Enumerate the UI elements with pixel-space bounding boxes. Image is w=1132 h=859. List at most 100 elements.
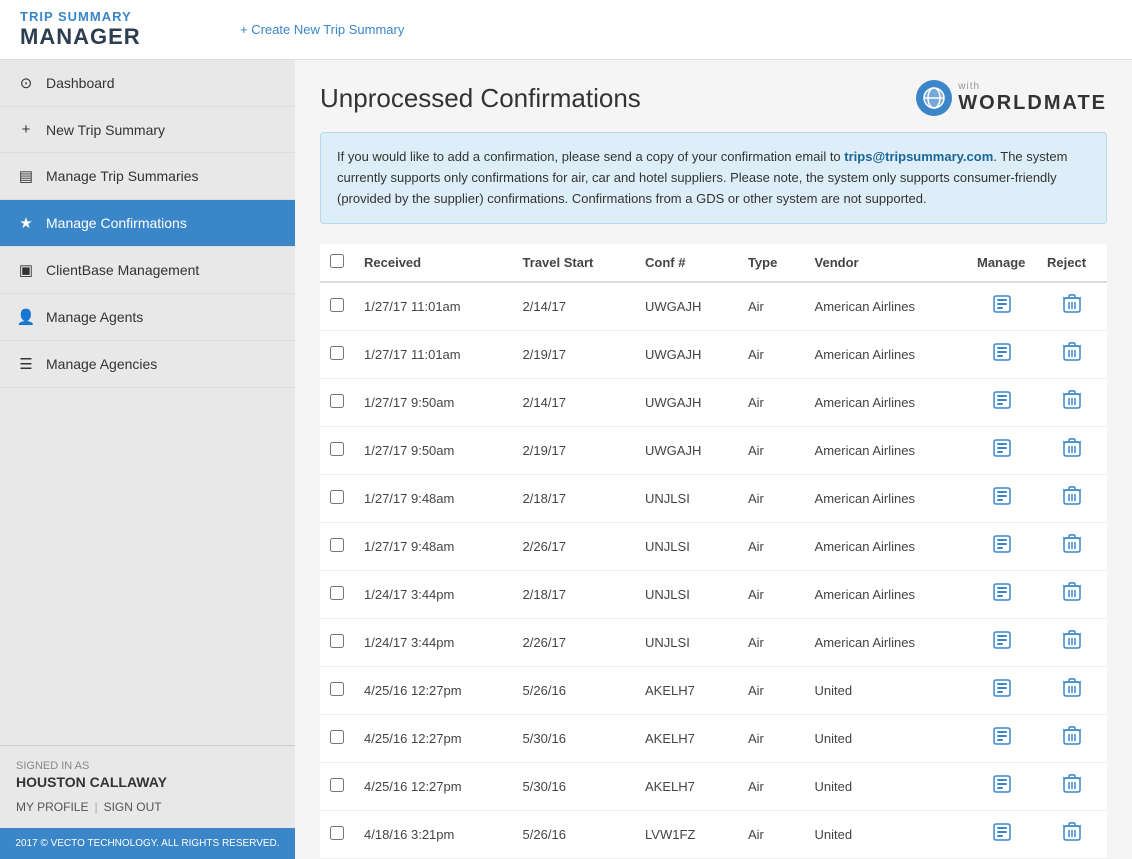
- create-trip-link[interactable]: + Create New Trip Summary: [240, 22, 404, 37]
- manage-button-6[interactable]: [988, 580, 1016, 609]
- reject-button-8[interactable]: [1059, 676, 1085, 705]
- row-manage-cell: [967, 667, 1037, 715]
- row-conf: UWGAJH: [635, 331, 738, 379]
- row-checkbox-6[interactable]: [330, 586, 344, 600]
- select-all-checkbox[interactable]: [330, 254, 344, 268]
- row-manage-cell: [967, 619, 1037, 667]
- row-manage-cell: [967, 571, 1037, 619]
- row-checkbox-cell: [320, 763, 354, 811]
- info-text-1: If you would like to add a confirmation,…: [337, 149, 844, 164]
- row-checkbox-5[interactable]: [330, 538, 344, 552]
- row-checkbox-4[interactable]: [330, 490, 344, 504]
- my-profile-link[interactable]: MY PROFILE: [16, 800, 88, 814]
- manage-icon: [992, 294, 1012, 314]
- reject-button-0[interactable]: [1059, 292, 1085, 321]
- row-manage-cell: [967, 811, 1037, 859]
- row-checkbox-8[interactable]: [330, 682, 344, 696]
- table-row: 1/27/17 9:48am 2/26/17 UNJLSI Air Americ…: [320, 523, 1107, 571]
- row-travel-start: 2/26/17: [513, 523, 635, 571]
- manage-button-4[interactable]: [988, 484, 1016, 513]
- worldmate-text-area: with WORLDMATE: [958, 81, 1107, 115]
- table-row: 4/25/16 12:27pm 5/30/16 AKELH7 Air Unite…: [320, 763, 1107, 811]
- manage-button-2[interactable]: [988, 388, 1016, 417]
- trash-icon: [1063, 294, 1081, 314]
- reject-button-10[interactable]: [1059, 772, 1085, 801]
- sidebar-item-manage-agencies[interactable]: ☰Manage Agencies: [0, 341, 295, 388]
- sign-out-link[interactable]: SIGN OUT: [104, 800, 162, 814]
- row-vendor: American Airlines: [805, 427, 967, 475]
- row-travel-start: 2/18/17: [513, 571, 635, 619]
- row-checkbox-1[interactable]: [330, 346, 344, 360]
- row-checkbox-10[interactable]: [330, 778, 344, 792]
- logo-manager: MANAGER: [20, 24, 220, 50]
- row-travel-start: 5/30/16: [513, 763, 635, 811]
- row-travel-start: 5/26/16: [513, 811, 635, 859]
- nav-icon-manage-agents: 👤: [16, 308, 36, 326]
- row-checkbox-cell: [320, 619, 354, 667]
- row-type: Air: [738, 571, 805, 619]
- manage-button-10[interactable]: [988, 772, 1016, 801]
- manage-button-0[interactable]: [988, 292, 1016, 321]
- manage-button-8[interactable]: [988, 676, 1016, 705]
- manage-icon: [992, 582, 1012, 602]
- row-vendor: American Airlines: [805, 379, 967, 427]
- col-reject: Reject: [1037, 244, 1107, 282]
- table-row: 1/27/17 9:50am 2/19/17 UWGAJH Air Americ…: [320, 427, 1107, 475]
- page-title: Unprocessed Confirmations: [320, 83, 641, 114]
- manage-button-5[interactable]: [988, 532, 1016, 561]
- row-checkbox-cell: [320, 331, 354, 379]
- row-travel-start: 2/26/17: [513, 619, 635, 667]
- row-checkbox-0[interactable]: [330, 298, 344, 312]
- row-received: 1/27/17 9:48am: [354, 523, 513, 571]
- row-vendor: United: [805, 715, 967, 763]
- row-conf: UNJLSI: [635, 571, 738, 619]
- nav-label-dashboard: Dashboard: [46, 75, 115, 91]
- row-checkbox-7[interactable]: [330, 634, 344, 648]
- reject-button-4[interactable]: [1059, 484, 1085, 513]
- row-manage-cell: [967, 282, 1037, 331]
- row-received: 1/24/17 3:44pm: [354, 619, 513, 667]
- manage-button-7[interactable]: [988, 628, 1016, 657]
- reject-button-6[interactable]: [1059, 580, 1085, 609]
- row-checkbox-9[interactable]: [330, 730, 344, 744]
- sidebar-item-manage-trip-summaries[interactable]: ▤Manage Trip Summaries: [0, 153, 295, 200]
- table-header-row: Received Travel Start Conf # Type Vendor…: [320, 244, 1107, 282]
- row-checkbox-3[interactable]: [330, 442, 344, 456]
- reject-button-11[interactable]: [1059, 820, 1085, 849]
- sidebar-item-manage-confirmations[interactable]: ★Manage Confirmations: [0, 200, 295, 247]
- table-row: 4/18/16 3:21pm 5/26/16 LVW1FZ Air United: [320, 811, 1107, 859]
- row-checkbox-11[interactable]: [330, 826, 344, 840]
- row-checkbox-2[interactable]: [330, 394, 344, 408]
- reject-button-2[interactable]: [1059, 388, 1085, 417]
- sidebar-item-clientbase-management[interactable]: ▣ClientBase Management: [0, 247, 295, 294]
- footer-copy: 2017 © VECTO TECHNOLOGY. ALL RIGHTS RESE…: [0, 828, 295, 859]
- reject-button-5[interactable]: [1059, 532, 1085, 561]
- col-travel-start: Travel Start: [513, 244, 635, 282]
- page-header: Unprocessed Confirmations with WORLDMATE: [320, 80, 1107, 116]
- row-conf: AKELH7: [635, 667, 738, 715]
- pipe-divider: |: [94, 800, 97, 814]
- col-received: Received: [354, 244, 513, 282]
- logo-trip: TRIP SUMMARY: [20, 9, 220, 24]
- row-conf: UNJLSI: [635, 619, 738, 667]
- row-reject-cell: [1037, 715, 1107, 763]
- row-vendor: United: [805, 667, 967, 715]
- sidebar-item-dashboard[interactable]: ⊙Dashboard: [0, 60, 295, 107]
- manage-button-11[interactable]: [988, 820, 1016, 849]
- row-reject-cell: [1037, 282, 1107, 331]
- info-email-link[interactable]: trips@tripsummary.com: [844, 149, 993, 164]
- reject-button-3[interactable]: [1059, 436, 1085, 465]
- manage-button-1[interactable]: [988, 340, 1016, 369]
- nav-label-manage-agents: Manage Agents: [46, 309, 143, 325]
- row-received: 1/27/17 11:01am: [354, 331, 513, 379]
- reject-button-7[interactable]: [1059, 628, 1085, 657]
- reject-button-9[interactable]: [1059, 724, 1085, 753]
- manage-button-3[interactable]: [988, 436, 1016, 465]
- manage-button-9[interactable]: [988, 724, 1016, 753]
- sidebar-item-new-trip-summary[interactable]: +New Trip Summary: [0, 107, 295, 153]
- row-received: 1/27/17 9:50am: [354, 379, 513, 427]
- sidebar-item-manage-agents[interactable]: 👤 Manage Agents: [0, 294, 295, 341]
- row-vendor: United: [805, 763, 967, 811]
- reject-button-1[interactable]: [1059, 340, 1085, 369]
- col-vendor: Vendor: [805, 244, 967, 282]
